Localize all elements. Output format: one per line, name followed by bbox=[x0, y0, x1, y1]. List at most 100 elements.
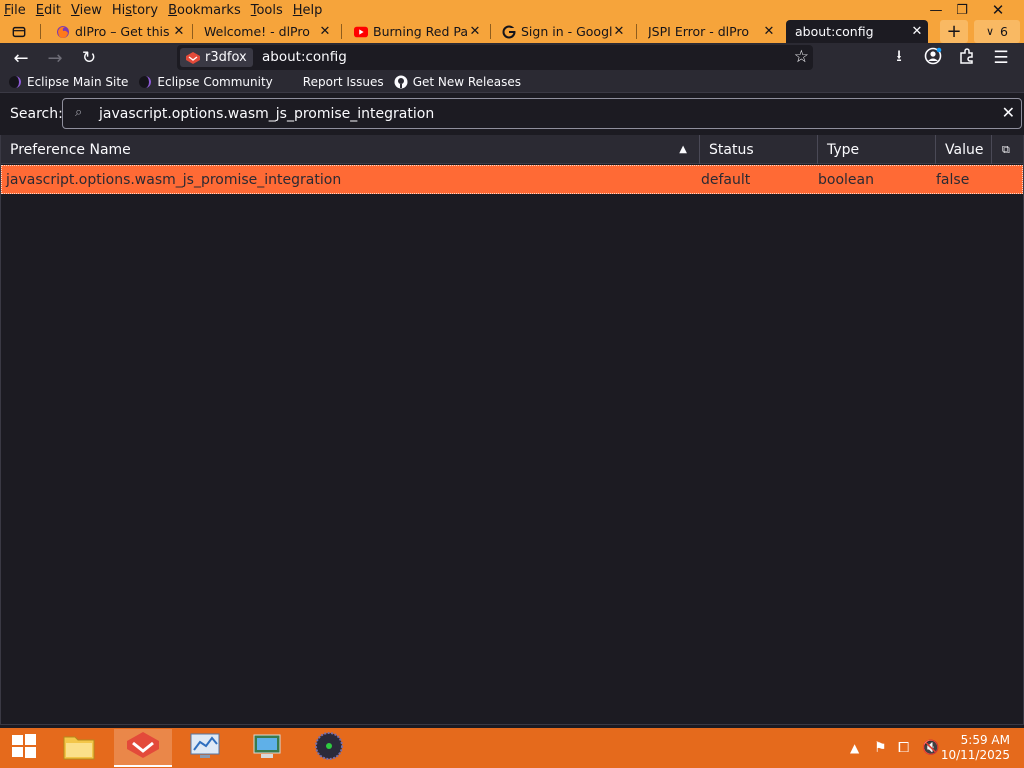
clear-search-icon[interactable]: ✕ bbox=[1002, 103, 1015, 122]
tab-jspi-error[interactable]: JSPI Error - dlPro ✕ bbox=[642, 20, 780, 43]
tab-close-icon[interactable]: ✕ bbox=[612, 24, 626, 39]
url-bar[interactable]: r3dfox about:config ☆ bbox=[177, 45, 813, 70]
list-all-tabs-button[interactable]: ∨ 6 bbox=[974, 20, 1020, 43]
bookmark-label: Get New Releases bbox=[412, 75, 522, 89]
address-text[interactable]: about:config bbox=[262, 49, 347, 65]
column-header-value[interactable]: Value bbox=[935, 135, 991, 164]
monitor-chart-icon bbox=[189, 732, 221, 764]
menu-file[interactable]: File bbox=[4, 3, 26, 18]
identity-box[interactable]: r3dfox bbox=[180, 48, 253, 67]
column-header-type[interactable]: Type bbox=[817, 135, 935, 164]
column-label: Preference Name bbox=[10, 141, 131, 158]
config-search-input[interactable]: ⌕ javascript.options.wasm_js_promise_int… bbox=[62, 98, 1022, 129]
pref-status-cell: default bbox=[701, 172, 751, 188]
bookmark-eclipse-main[interactable]: Eclipse Main Site bbox=[8, 75, 128, 89]
tray-chevron-icon[interactable]: ▲ bbox=[850, 728, 859, 768]
taskbar-monitor-app[interactable] bbox=[176, 729, 234, 767]
bookmark-label: Eclipse Community bbox=[157, 75, 273, 89]
menu-bookmarks[interactable]: Bookmarks bbox=[168, 3, 241, 18]
bookmark-get-new-releases[interactable]: Get New Releases bbox=[394, 75, 521, 89]
tab-strip: File Edit View History Bookmarks Tools H… bbox=[0, 0, 1024, 43]
table-row[interactable]: javascript.options.wasm_js_promise_integ… bbox=[1, 165, 1023, 194]
menu-history[interactable]: History bbox=[112, 3, 158, 18]
close-window-button[interactable]: ✕ bbox=[980, 0, 1016, 20]
bookmark-star-icon[interactable]: ☆ bbox=[794, 47, 809, 67]
tab-close-icon[interactable]: ✕ bbox=[172, 24, 186, 39]
hamburger-icon: ☰ bbox=[993, 48, 1009, 68]
tab-close-icon[interactable]: ✕ bbox=[318, 24, 332, 39]
folder-icon bbox=[63, 732, 95, 764]
column-header-name[interactable]: Preference Name ▲ bbox=[1, 135, 699, 164]
plus-icon: + bbox=[946, 21, 962, 42]
tab-welcome-dlpro[interactable]: Welcome! - dlPro ✕ bbox=[198, 20, 336, 43]
bookmark-label: Report Issues bbox=[302, 75, 384, 89]
taskbar-network-app[interactable] bbox=[238, 729, 296, 767]
search-label: Search: bbox=[10, 106, 63, 122]
menu-view[interactable]: View bbox=[71, 3, 102, 18]
tab-label: JSPI Error - dlPro bbox=[648, 24, 749, 39]
taskbar-r3dfox[interactable] bbox=[114, 729, 172, 767]
github-icon bbox=[394, 75, 408, 89]
speaker-muted-icon[interactable]: 🔇 bbox=[922, 728, 939, 768]
new-tab-button[interactable]: + bbox=[940, 20, 968, 43]
column-picker-button[interactable]: ⧉ bbox=[991, 135, 1023, 164]
chevron-down-icon: ∨ bbox=[985, 25, 995, 38]
tab-google-signin[interactable]: Sign in - Google A ✕ bbox=[496, 20, 630, 43]
app-menu-button[interactable]: ☰ bbox=[988, 45, 1014, 71]
pref-name-cell: javascript.options.wasm_js_promise_integ… bbox=[6, 172, 342, 188]
search-icon: ⌕ bbox=[75, 105, 83, 120]
bookmarks-toolbar: Eclipse Main Site Eclipse Community Repo… bbox=[0, 72, 1024, 92]
tab-label: Welcome! - dlPro bbox=[204, 24, 310, 39]
bookmark-report-issues[interactable]: Report Issues bbox=[303, 75, 384, 89]
tab-overview-button[interactable] bbox=[4, 20, 36, 43]
network-icon[interactable]: ⧠ bbox=[898, 728, 909, 768]
tab-close-icon[interactable]: ✕ bbox=[762, 24, 776, 39]
taskbar-file-explorer[interactable] bbox=[50, 729, 108, 767]
tab-close-icon[interactable]: ✕ bbox=[910, 24, 924, 39]
tab-about-config[interactable]: about:config ✕ bbox=[786, 20, 928, 43]
sort-ascending-icon: ▲ bbox=[679, 144, 687, 155]
tab-label: Burning Red Part bbox=[373, 24, 468, 39]
google-icon bbox=[502, 25, 516, 39]
start-button[interactable] bbox=[0, 729, 48, 767]
preferences-table: Preference Name ▲ Status Type Value ⧉ ja… bbox=[0, 135, 1024, 725]
tab-close-icon[interactable]: ✕ bbox=[468, 24, 482, 39]
tab-separator bbox=[490, 24, 491, 39]
downloads-button[interactable]: ⭳ bbox=[886, 45, 912, 71]
r3dfox-logo-icon bbox=[126, 731, 160, 763]
menu-tools[interactable]: Tools bbox=[251, 3, 283, 18]
pref-value-cell: false bbox=[936, 172, 970, 188]
r3dfox-logo-icon bbox=[186, 51, 200, 64]
tab-dlpro-get[interactable]: dlPro – Get this E ✕ bbox=[50, 20, 190, 43]
restore-button[interactable]: ❐ bbox=[944, 0, 980, 20]
tab-count: 6 bbox=[1000, 24, 1008, 39]
menu-help[interactable]: Help bbox=[293, 3, 323, 18]
account-button[interactable] bbox=[920, 45, 946, 71]
menu-edit[interactable]: Edit bbox=[36, 3, 61, 18]
menu-bar: File Edit View History Bookmarks Tools H… bbox=[0, 0, 332, 20]
arrow-left-icon: ← bbox=[13, 47, 29, 69]
youtube-icon bbox=[354, 25, 368, 39]
tab-separator bbox=[192, 24, 193, 39]
column-picker-icon: ⧉ bbox=[1002, 142, 1010, 156]
system-clock[interactable]: 5:59 AM 10/11/2025 bbox=[941, 733, 1010, 763]
forward-button[interactable]: → bbox=[42, 45, 68, 71]
reload-button[interactable]: ↻ bbox=[76, 45, 102, 71]
tab-burning-red[interactable]: Burning Red Part ✕ bbox=[348, 20, 486, 43]
bookmark-eclipse-community[interactable]: Eclipse Community bbox=[138, 75, 273, 89]
search-input-value[interactable]: javascript.options.wasm_js_promise_integ… bbox=[99, 106, 434, 122]
identity-label: r3dfox bbox=[205, 50, 247, 65]
eclipse-icon bbox=[138, 75, 152, 89]
windows-logo-icon bbox=[11, 733, 37, 763]
clock-time: 5:59 AM bbox=[960, 733, 1010, 747]
bookmark-label: Eclipse Main Site bbox=[27, 75, 129, 89]
taskbar-circle-app[interactable] bbox=[300, 729, 358, 767]
extensions-button[interactable] bbox=[954, 45, 980, 71]
column-header-status[interactable]: Status bbox=[699, 135, 817, 164]
flag-alert-icon[interactable]: ⚑ bbox=[874, 728, 887, 768]
config-search-row: Search: ⌕ javascript.options.wasm_js_pro… bbox=[0, 92, 1024, 135]
spiky-circle-icon bbox=[314, 731, 344, 765]
tab-grid-icon bbox=[12, 25, 26, 39]
tab-label: Sign in - Google A bbox=[521, 24, 612, 39]
back-button[interactable]: ← bbox=[8, 45, 34, 71]
